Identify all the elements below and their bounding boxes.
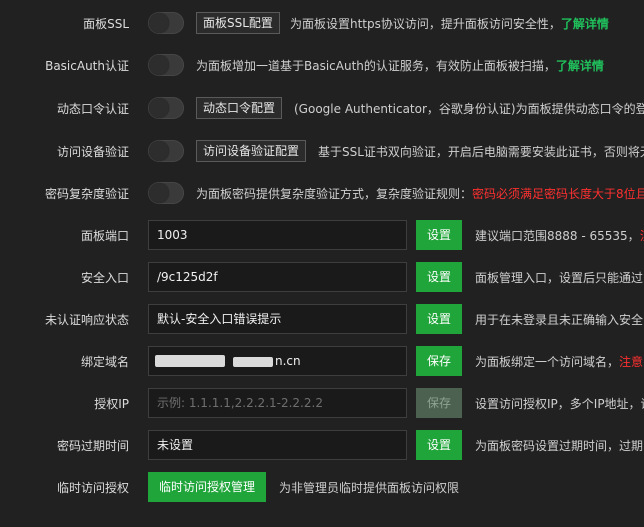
- setting-row-device-verify: 访问设备验证 访问设备验证配置 基于SSL证书双向验证，开启后电脑需要安装此证书…: [0, 138, 644, 164]
- setting-description: 为面板密码提供复杂度验证方式，复杂度验证规则：密码必须满足密码长度大于8位且: [196, 185, 644, 202]
- description-text: 为面板设置https协议访问，提升面板访问安全性，: [290, 16, 561, 31]
- setting-row-panel-ssl: 面板SSL 面板SSL配置 为面板设置https协议访问，提升面板访问安全性，了…: [0, 10, 644, 36]
- setting-description: 用于在未登录且未正确输入安全: [475, 312, 644, 327]
- unauth-response-select[interactable]: 默认-安全入口错误提示: [148, 304, 407, 334]
- description-text: 为面板密码提供复杂度验证方式，复杂度验证规则：: [196, 186, 473, 201]
- setting-label: 授权IP: [94, 396, 129, 411]
- setting-description: 为面板绑定一个访问域名，注意: [475, 353, 643, 370]
- description-text: 为面板绑定一个访问域名，: [475, 354, 620, 369]
- basicauth-toggle[interactable]: [148, 54, 184, 76]
- auth-ip-save-button[interactable]: 保存: [416, 388, 462, 418]
- setting-description: 设置访问授权IP，多个IP地址，请: [475, 396, 644, 411]
- device-verify-toggle[interactable]: [148, 140, 184, 162]
- password-complexity-toggle[interactable]: [148, 182, 184, 204]
- security-entry-set-button[interactable]: 设置: [416, 262, 462, 292]
- device-verify-config-button[interactable]: 访问设备验证配置: [196, 140, 307, 162]
- description-text: 为面板增加一道基于BasicAuth的认证服务，有效防止面板被扫描，: [196, 58, 556, 73]
- security-entry-input[interactable]: /9c125d2f: [148, 262, 407, 292]
- learn-more-link[interactable]: 了解详情: [556, 59, 604, 73]
- setting-description: 为面板增加一道基于BasicAuth的认证服务，有效防止面板被扫描，了解详情: [196, 57, 604, 74]
- toggle-knob: [149, 183, 169, 203]
- panel-port-input[interactable]: 1003: [148, 220, 407, 250]
- ssl-toggle[interactable]: [148, 12, 184, 34]
- domain-visible-text: n.cn: [275, 354, 301, 368]
- learn-more-link[interactable]: 了解详情: [561, 17, 609, 31]
- auth-ip-input[interactable]: 示例: 1.1.1.1,2.2.2.1-2.2.2.2: [148, 388, 407, 418]
- setting-label: 密码复杂度验证: [44, 186, 129, 201]
- setting-label: BasicAuth认证: [45, 58, 129, 73]
- setting-row-password-expiry: 密码过期时间 未设置 设置 为面板密码设置过期时间，过期: [0, 429, 644, 461]
- unauth-response-set-button[interactable]: 设置: [416, 304, 462, 334]
- password-expiry-set-button[interactable]: 设置: [416, 430, 462, 460]
- toggle-knob: [149, 141, 169, 161]
- setting-label: 安全入口: [80, 270, 129, 285]
- toggle-knob: [149, 98, 169, 118]
- setting-row-security-entry: 安全入口 /9c125d2f 设置 面板管理入口，设置后只能通过: [0, 261, 644, 293]
- ssl-config-button[interactable]: 面板SSL配置: [196, 12, 280, 34]
- 2fa-config-button[interactable]: 动态口令配置: [196, 97, 283, 119]
- toggle-knob: [149, 55, 169, 75]
- setting-row-panel-port: 面板端口 1003 设置 建议端口范围8888 - 65535，注: [0, 219, 644, 251]
- setting-label: 密码过期时间: [56, 438, 129, 453]
- setting-label: 面板SSL: [83, 16, 129, 31]
- setting-label: 动态口令认证: [56, 101, 129, 116]
- 2fa-toggle[interactable]: [148, 97, 184, 119]
- setting-description: 为面板密码设置过期时间，过期: [475, 438, 644, 453]
- setting-row-bind-domain: 绑定域名 n.cn 保存 为面板绑定一个访问域名，注意: [0, 345, 644, 377]
- redacted-blur: [233, 357, 273, 367]
- setting-description: 面板管理入口，设置后只能通过: [475, 270, 644, 285]
- setting-description: 为面板设置https协议访问，提升面板访问安全性，了解详情: [290, 15, 609, 32]
- description-text: 建议端口范围8888 - 65535，: [475, 228, 640, 243]
- setting-label: 面板端口: [80, 228, 129, 243]
- setting-row-unauth-response: 未认证响应状态 默认-安全入口错误提示 设置 用于在未登录且未正确输入安全: [0, 303, 644, 335]
- bind-domain-save-button[interactable]: 保存: [416, 346, 462, 376]
- toggle-knob: [149, 13, 169, 33]
- setting-row-auth-ip: 授权IP 示例: 1.1.1.1,2.2.2.1-2.2.2.2 保存 设置访问…: [0, 387, 644, 419]
- redacted-blur: [155, 355, 225, 367]
- panel-port-set-button[interactable]: 设置: [416, 220, 462, 250]
- setting-label: 绑定域名: [80, 354, 129, 369]
- setting-label: 访问设备验证: [56, 144, 129, 159]
- setting-description: 建议端口范围8888 - 65535，注: [475, 227, 644, 244]
- warning-text: 注意: [619, 354, 644, 369]
- setting-row-2fa: 动态口令认证 动态口令配置 (Google Authenticator，谷歌身份…: [0, 95, 644, 121]
- password-expiry-input[interactable]: 未设置: [148, 430, 407, 460]
- setting-description: (Google Authenticator，谷歌身份认证)为面板提供动态口令的登: [294, 101, 644, 116]
- setting-label: 临时访问授权: [56, 480, 129, 495]
- bind-domain-input[interactable]: n.cn: [148, 346, 407, 376]
- warning-text: 密码必须满足密码长度大于8位且: [472, 186, 644, 201]
- setting-row-password-complexity: 密码复杂度验证 为面板密码提供复杂度验证方式，复杂度验证规则：密码必须满足密码长…: [0, 180, 644, 206]
- setting-description: 基于SSL证书双向验证，开启后电脑需要安装此证书，否则将无: [318, 144, 644, 159]
- setting-row-temp-access: 临时访问授权 临时访问授权管理 为非管理员临时提供面板访问权限: [0, 471, 644, 503]
- setting-label: 未认证响应状态: [44, 312, 129, 327]
- setting-row-basicauth: BasicAuth认证 为面板增加一道基于BasicAuth的认证服务，有效防止…: [0, 52, 644, 78]
- temp-access-manage-button[interactable]: 临时访问授权管理: [148, 472, 266, 502]
- setting-description: 为非管理员临时提供面板访问权限: [279, 480, 460, 495]
- warning-text: 注: [640, 229, 644, 243]
